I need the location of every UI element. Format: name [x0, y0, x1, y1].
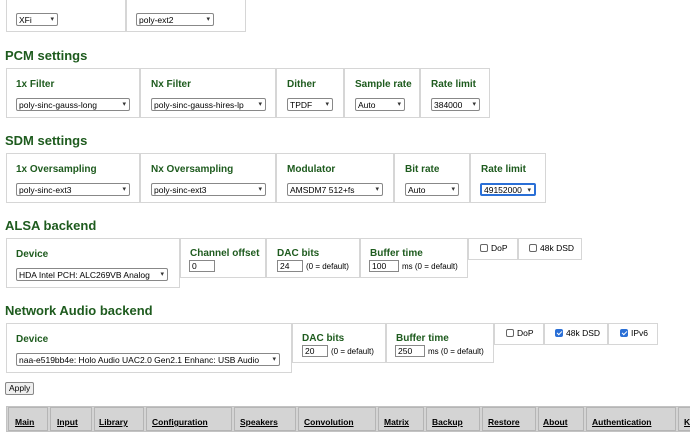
alsa-buffer-hint: ms (0 = default) [402, 262, 458, 271]
nav-link-speakers[interactable]: Speakers [240, 417, 278, 427]
nav-link-convolution[interactable]: Convolution [304, 417, 354, 427]
pcm-filter1x-value: poly-sinc-gauss-long [19, 100, 97, 110]
nav-link-more[interactable]: K [684, 417, 690, 427]
pcm-limit-value: 384000 [434, 100, 463, 110]
sdm-osNx-label: Nx Oversampling [151, 164, 234, 175]
top-select-1-value: XFi [19, 15, 32, 25]
nav-link-library[interactable]: Library [99, 417, 128, 427]
pcm-rate-label: Sample rate [355, 79, 412, 90]
chevron-down-icon: ▾ [472, 101, 476, 108]
pcm-dither-value: TPDF [290, 100, 313, 110]
nav-link-input[interactable]: Input [57, 417, 78, 427]
alsa-offset-input[interactable]: 0 [189, 260, 215, 272]
sdm-mod-label: Modulator [287, 164, 336, 175]
top-select-2-value: poly-ext2 [139, 15, 174, 25]
nav-link-main[interactable]: Main [15, 417, 34, 427]
naa-dacbits-input[interactable]: 20 [302, 345, 328, 357]
naa-dsd48-checkbox[interactable] [555, 329, 563, 337]
naa-section-title: Network Audio backend [5, 303, 153, 318]
chevron-down-icon: ▾ [50, 16, 54, 23]
sdm-bitrate-label: Bit rate [405, 164, 440, 175]
pcm-section-title: PCM settings [5, 48, 88, 63]
pcm-filterNx-select[interactable]: poly-sinc-gauss-hires-lp ▾ [151, 98, 266, 111]
chevron-down-icon: ▾ [122, 186, 126, 193]
alsa-device-select[interactable]: HDA Intel PCH: ALC269VB Analog ▾ [16, 268, 168, 281]
pcm-limit-label: Rate limit [431, 79, 477, 90]
pcm-rate-value: Auto [358, 100, 376, 110]
sdm-osNx-select[interactable]: poly-sinc-ext3 ▾ [151, 183, 266, 196]
chevron-down-icon: ▾ [206, 16, 210, 23]
pcm-filterNx-label: Nx Filter [151, 79, 192, 90]
naa-ipv6-label: IPv6 [631, 328, 649, 338]
chevron-down-icon: ▾ [397, 101, 401, 108]
naa-device-label: Device [16, 334, 49, 345]
chevron-down-icon: ▾ [258, 101, 262, 108]
alsa-dacbits-input[interactable]: 24 [277, 260, 303, 272]
sdm-os1x-select[interactable]: poly-sinc-ext3 ▾ [16, 183, 130, 196]
nav-link-configuration[interactable]: Configuration [152, 417, 208, 427]
naa-dsd48-label: 48k DSD [566, 328, 601, 338]
chevron-down-icon: ▾ [527, 187, 531, 194]
chevron-down-icon: ▾ [160, 271, 164, 278]
nav-link-restore[interactable]: Restore [488, 417, 520, 427]
chevron-down-icon: ▾ [451, 186, 455, 193]
sdm-bitrate-select[interactable]: Auto ▾ [405, 183, 459, 196]
sdm-os1x-label: 1x Oversampling [16, 164, 97, 175]
alsa-section-title: ALSA backend [5, 218, 97, 233]
alsa-device-value: HDA Intel PCH: ALC269VB Analog [19, 270, 150, 280]
sdm-limit-select[interactable]: 49152000 ▾ [480, 183, 536, 196]
chevron-down-icon: ▾ [122, 101, 126, 108]
naa-ipv6-checkbox[interactable] [620, 329, 628, 337]
nav-link-authentication[interactable]: Authentication [592, 417, 652, 427]
pcm-dither-select[interactable]: TPDF ▾ [287, 98, 333, 111]
naa-dacbits-label: DAC bits [302, 333, 345, 344]
pcm-rate-select[interactable]: Auto ▾ [355, 98, 405, 111]
apply-button[interactable]: Apply [5, 382, 35, 395]
alsa-dop-label: DoP [491, 243, 508, 253]
pcm-limit-select[interactable]: 384000 ▾ [431, 98, 480, 111]
top-select-2[interactable]: poly-ext2 ▾ [136, 13, 214, 26]
nav-link-matrix[interactable]: Matrix [384, 417, 409, 427]
sdm-bitrate-value: Auto [408, 185, 426, 195]
naa-device-select[interactable]: naa-e519bb4e: Holo Audio UAC2.0 Gen2.1 E… [16, 353, 280, 366]
naa-buffer-input[interactable]: 250 [395, 345, 425, 357]
nav-link-about[interactable]: About [543, 417, 568, 427]
sdm-limit-label: Rate limit [481, 164, 527, 175]
naa-dop-checkbox[interactable] [506, 329, 514, 337]
chevron-down-icon: ▾ [258, 186, 262, 193]
pcm-filterNx-value: poly-sinc-gauss-hires-lp [154, 100, 244, 110]
sdm-section-title: SDM settings [5, 133, 88, 148]
naa-dop-label: DoP [517, 328, 534, 338]
alsa-dsd48-label: 48k DSD [540, 243, 575, 253]
naa-dacbits-hint: (0 = default) [331, 347, 374, 356]
alsa-dsd48-checkbox[interactable] [529, 244, 537, 252]
sdm-limit-value: 49152000 [484, 185, 522, 195]
top-select-1[interactable]: XFi ▾ [16, 13, 58, 26]
nav-link-backup[interactable]: Backup [432, 417, 463, 427]
alsa-dacbits-label: DAC bits [277, 248, 320, 259]
sdm-osNx-value: poly-sinc-ext3 [154, 185, 207, 195]
sdm-mod-select[interactable]: AMSDM7 512+fs ▾ [287, 183, 383, 196]
pcm-filter1x-select[interactable]: poly-sinc-gauss-long ▾ [16, 98, 130, 111]
sdm-os1x-value: poly-sinc-ext3 [19, 185, 72, 195]
alsa-buffer-input[interactable]: 100 [369, 260, 399, 272]
chevron-down-icon: ▾ [272, 356, 276, 363]
sdm-mod-value: AMSDM7 512+fs [290, 185, 355, 195]
alsa-buffer-label: Buffer time [370, 248, 423, 259]
pcm-dither-label: Dither [287, 79, 316, 90]
alsa-dop-checkbox[interactable] [480, 244, 488, 252]
pcm-filter1x-label: 1x Filter [16, 79, 55, 90]
chevron-down-icon: ▾ [375, 186, 379, 193]
naa-device-value: naa-e519bb4e: Holo Audio UAC2.0 Gen2.1 E… [19, 355, 260, 365]
naa-buffer-hint: ms (0 = default) [428, 347, 484, 356]
alsa-device-label: Device [16, 249, 49, 260]
alsa-offset-label: Channel offset [190, 248, 260, 259]
naa-buffer-label: Buffer time [396, 333, 449, 344]
chevron-down-icon: ▾ [325, 101, 329, 108]
alsa-dacbits-hint: (0 = default) [306, 262, 349, 271]
